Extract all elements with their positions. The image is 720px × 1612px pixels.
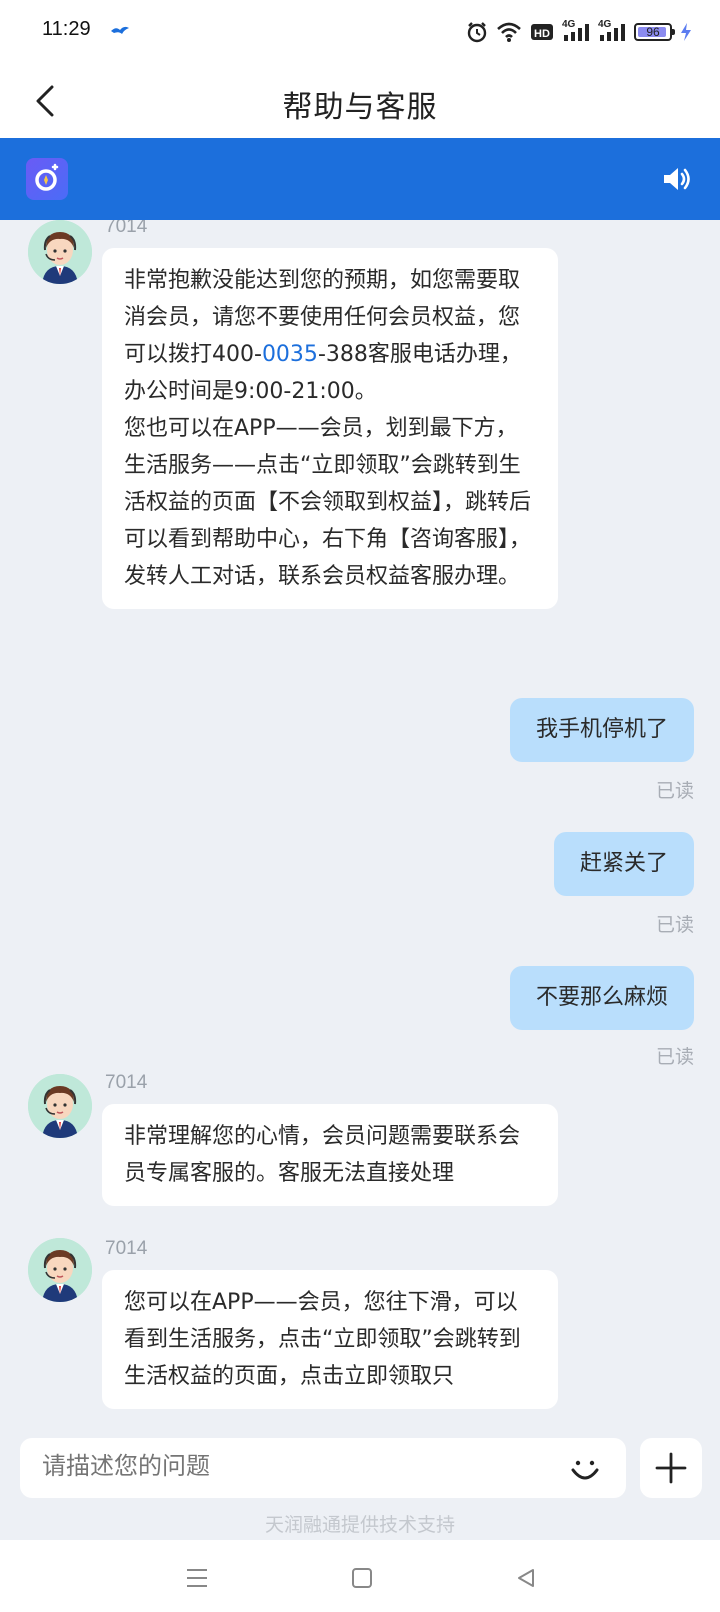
- home-square-icon: [352, 1568, 372, 1588]
- emoji-icon[interactable]: [568, 1452, 602, 1486]
- user-message-bubble: 赶紧关了: [553, 832, 694, 896]
- network-type-label: 4G: [598, 19, 612, 30]
- input-area: 天润融通提供技术支持: [0, 1420, 720, 1540]
- battery-indicator: 96: [634, 23, 675, 41]
- alarm-icon: [467, 22, 487, 43]
- powered-by-text: 天润融通提供技术支持: [264, 1514, 455, 1536]
- agent-avatar: [28, 1238, 92, 1302]
- back-triangle-icon: [518, 1569, 534, 1587]
- app-logo-icon: [26, 158, 68, 200]
- read-receipt: 已读: [655, 914, 694, 936]
- read-receipt: 已读: [655, 1046, 694, 1068]
- user-message-bubble: 不要那么麻烦: [509, 966, 694, 1030]
- svg-text:HD: HD: [534, 28, 550, 40]
- hd-icon: HD: [531, 24, 553, 40]
- agent-avatar: [28, 220, 92, 284]
- status-bar: 11:29 HD 4G 4G 96: [0, 0, 720, 64]
- agent-name: 7014: [105, 220, 148, 237]
- message-input[interactable]: [42, 1452, 522, 1480]
- message-text-part1: 非常抱歉没能达到您的预期，如您需要取消会员，请您不要使用任何会员权益，您可以拨打…: [124, 262, 536, 410]
- message-bubble: 您可以在APP——会员，您往下滑，可以看到生活服务，点击“立即领取”会跳转到生活…: [102, 1270, 558, 1409]
- service-banner: [0, 138, 720, 220]
- message-bubble: 非常抱歉没能达到您的预期，如您需要取消会员，请您不要使用任何会员权益，您可以拨打…: [102, 248, 558, 609]
- phone-number-link[interactable]: 0035: [262, 342, 318, 367]
- app-header: 帮助与客服: [0, 64, 720, 138]
- more-options-button[interactable]: [640, 1438, 702, 1498]
- nav-back-button[interactable]: [512, 1564, 540, 1592]
- message-text-part2: 您也可以在APP——会员，划到最下方，生活服务——点击“立即领取”会跳转到生活权…: [124, 416, 532, 589]
- agent-name: 7014: [105, 1238, 148, 1259]
- status-time: 11:29: [42, 18, 91, 40]
- signal-4g-icon-1: 4G: [562, 19, 590, 43]
- menu-icon: [187, 1569, 207, 1587]
- agent-avatar: [28, 1074, 92, 1138]
- status-icons: HD 4G 4G 96: [466, 19, 692, 44]
- wifi-icon: [497, 22, 521, 42]
- battery-level: 96: [646, 25, 660, 39]
- message-input-box[interactable]: [20, 1438, 626, 1498]
- agent-name: 7014: [105, 1072, 148, 1093]
- message-bubble: 非常理解您的心情，会员问题需要联系会员专属客服的。客服无法直接处理: [102, 1104, 558, 1206]
- network-type-label: 4G: [562, 19, 576, 30]
- nav-menu-button[interactable]: [183, 1564, 211, 1592]
- charging-bolt-icon: [681, 23, 691, 41]
- read-receipt: 已读: [655, 780, 694, 802]
- nav-home-button[interactable]: [348, 1564, 376, 1592]
- system-nav-bar: [0, 1540, 720, 1612]
- plus-icon: [655, 1452, 687, 1484]
- signal-4g-icon-2: 4G: [598, 19, 626, 43]
- user-message-bubble: 我手机停机了: [509, 698, 694, 762]
- speaker-icon[interactable]: [662, 165, 692, 193]
- chat-message-list[interactable]: 7014 非常抱歉没能达到您的预期，如您需要取消会员，请您不要使用任何会员权益，…: [0, 220, 720, 1420]
- notification-bird-icon: [111, 26, 129, 34]
- page-title: 帮助与客服: [282, 90, 438, 125]
